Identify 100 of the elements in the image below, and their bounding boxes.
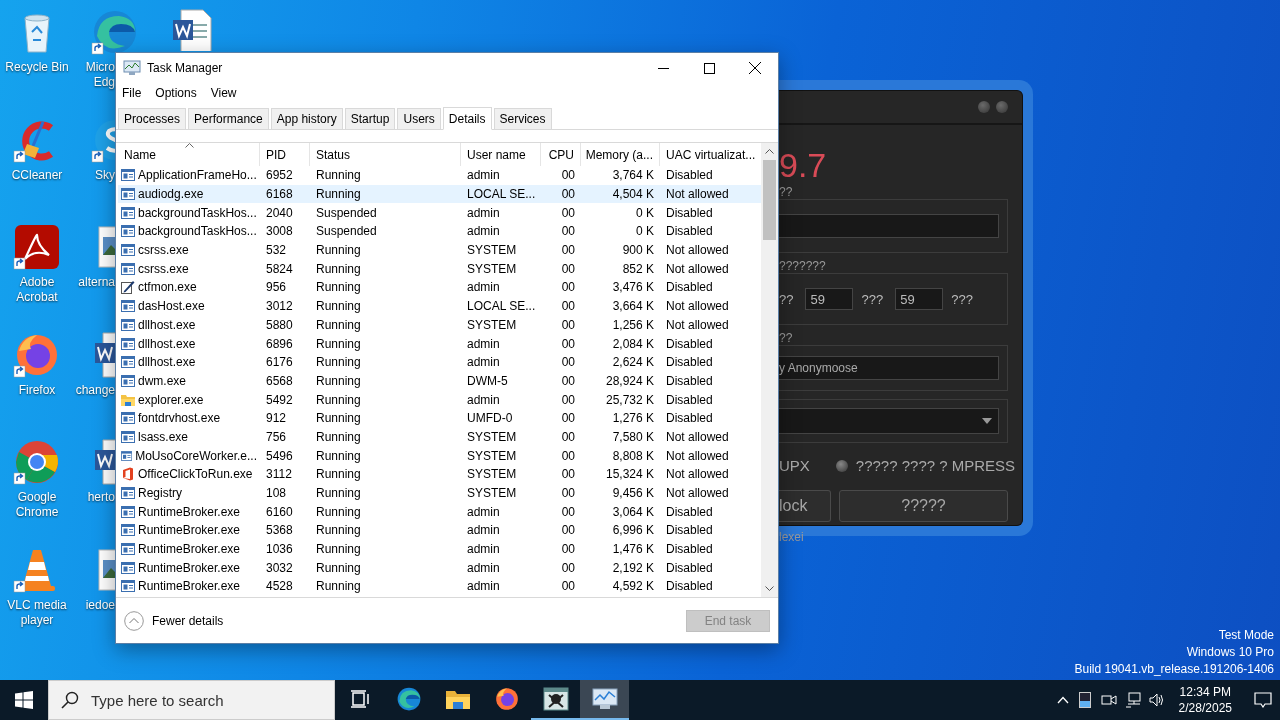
window-icon <box>121 430 135 443</box>
column-header[interactable]: PID <box>260 143 310 166</box>
process-row[interactable]: RuntimeBroker.exe 4528 Running admin 00 4,592 K Disabled <box>118 577 761 596</box>
number-field[interactable]: 59 <box>805 288 854 310</box>
scrollbar[interactable] <box>761 143 778 597</box>
action-button[interactable]: lock <box>779 490 831 522</box>
monitor-chart-icon <box>123 60 141 76</box>
radio-button[interactable] <box>835 459 848 472</box>
process-row[interactable]: dwm.exe 6568 Running DWM-5 00 28,924 K Disabled <box>118 371 761 391</box>
table-cell-text: Running <box>315 485 362 503</box>
process-row[interactable]: ApplicationFrameHo... 6952 Running admin 00 3,764 K Disabled <box>118 166 761 185</box>
table-cell-text: 3,664 K <box>611 298 655 316</box>
process-row[interactable]: backgroundTaskHos... 3008 Suspended admin 00 0 K Disabled <box>118 222 761 241</box>
table-cell-text: 1036 <box>265 541 294 559</box>
window-button[interactable] <box>978 101 990 113</box>
process-row[interactable]: csrss.exe 5824 Running SYSTEM 00 852 K Not allowed <box>118 259 761 279</box>
window-icon <box>121 524 135 537</box>
tab[interactable]: Performance <box>188 108 269 129</box>
process-row[interactable]: lsass.exe 756 Running SYSTEM 00 7,580 K Not allowed <box>118 427 761 447</box>
action-button[interactable]: ????? <box>839 490 1008 522</box>
process-row[interactable]: ctfmon.exe 956 Running admin 00 3,476 K Disabled <box>118 278 761 297</box>
column-header[interactable]: CPU <box>541 143 581 166</box>
process-row[interactable]: dllhost.exe 6896 Running admin 00 2,084 K Disabled <box>118 334 761 353</box>
process-row[interactable]: fontdrvhost.exe 912 Running UMFD-0 00 1,276 K Disabled <box>118 408 761 428</box>
table-cell-text: 00 <box>560 316 576 334</box>
meter-icon[interactable] <box>1076 692 1093 708</box>
unit-label: ?? <box>779 291 794 307</box>
table-cell-text: Running <box>315 167 362 185</box>
tab[interactable]: Details <box>442 107 492 130</box>
table-cell-text: Running <box>315 298 362 316</box>
table-cell-text: admin <box>466 522 501 540</box>
tab[interactable]: App history <box>270 108 343 129</box>
table-cell-text: Running <box>315 541 362 559</box>
column-header[interactable]: Status <box>310 143 461 166</box>
table-cell-text: 6176 <box>265 354 294 372</box>
fewer-details-link[interactable]: Fewer details <box>152 613 678 628</box>
notification-icon[interactable] <box>1254 692 1272 708</box>
process-row[interactable]: audiodg.exe 6168 Running LOCAL SE... 00 4,504 K Not allowed <box>118 184 761 204</box>
menu-item[interactable]: File <box>122 86 142 100</box>
text-field[interactable] <box>779 214 999 238</box>
process-row[interactable]: dllhost.exe 6176 Running admin 00 2,624 K Disabled <box>118 352 761 372</box>
process-row[interactable]: Registry 108 Running SYSTEM 00 9,456 K Not allowed <box>118 483 761 503</box>
camera-icon[interactable] <box>1100 692 1117 708</box>
process-row[interactable]: MoUsoCoreWorker.e... 5496 Running SYSTEM 00 8,808 K Not allowed <box>118 446 761 465</box>
speaker-icon[interactable] <box>1148 692 1165 708</box>
table-cell-text: Running <box>315 578 362 596</box>
window-button[interactable] <box>996 101 1008 113</box>
table-cell-text: Running <box>315 279 362 297</box>
menu-item[interactable]: View <box>210 86 237 100</box>
column-header[interactable]: Name <box>118 143 260 166</box>
network-icon[interactable] <box>1124 692 1141 708</box>
scroll-up-icon[interactable] <box>765 149 774 154</box>
process-row[interactable]: backgroundTaskHos... 2040 Suspended admin 00 0 K Disabled <box>118 203 761 223</box>
office-logo-icon <box>121 467 135 482</box>
table-cell-text: SYSTEM <box>466 466 518 484</box>
process-row[interactable]: dllhost.exe 5880 Running SYSTEM 00 1,256 K Not allowed <box>118 315 761 335</box>
process-name: csrss.exe <box>138 243 189 258</box>
column-header[interactable]: Memory (a... <box>581 143 660 166</box>
taskbar-app-button[interactable] <box>580 680 629 720</box>
process-name: fontdrvhost.exe <box>138 411 221 426</box>
process-row[interactable]: RuntimeBroker.exe 6160 Running admin 00 3,064 K Disabled <box>118 502 761 522</box>
table-cell-text: Disabled <box>665 559 714 577</box>
window-icon <box>121 225 135 238</box>
table-cell-text: Not allowed <box>665 466 730 484</box>
tab[interactable]: Users <box>397 108 441 129</box>
tab[interactable]: Processes <box>118 108 187 129</box>
tab[interactable]: Services <box>493 108 552 129</box>
table-cell-text: Disabled <box>665 391 714 409</box>
scroll-thumb[interactable] <box>763 160 776 240</box>
table-cell-text: Running <box>315 428 362 446</box>
tab[interactable]: Startup <box>344 108 396 129</box>
window-icon <box>121 206 135 219</box>
number-field[interactable]: 59 <box>895 288 944 310</box>
table-cell-text: 912 <box>265 410 288 428</box>
process-row[interactable]: OfficeClickToRun.exe 3112 Running SYSTEM 00 15,324 K Not allowed <box>118 465 761 484</box>
column-header[interactable]: User name <box>461 143 541 166</box>
menu-item[interactable]: Options <box>155 86 197 100</box>
process-name: csrss.exe <box>138 261 189 276</box>
text-field[interactable]: y Anonymoose <box>779 356 999 380</box>
table-cell-text: Not allowed <box>665 242 730 260</box>
search-field[interactable]: Type here to search <box>48 680 335 720</box>
window-icon <box>121 561 135 574</box>
process-row[interactable]: RuntimeBroker.exe 3032 Running admin 00 2,192 K Disabled <box>118 558 761 578</box>
table-cell-text: 956 <box>265 279 288 297</box>
table-cell-text: 3012 <box>265 298 294 316</box>
process-row[interactable]: RuntimeBroker.exe 1036 Running admin 00 1,476 K Disabled <box>118 539 761 559</box>
table-cell-text: 6,996 K <box>611 522 655 540</box>
process-row[interactable]: csrss.exe 532 Running SYSTEM 00 900 K Not allowed <box>118 240 761 260</box>
caret-icon <box>982 418 992 424</box>
process-row[interactable]: explorer.exe 5492 Running admin 00 25,732 K Disabled <box>118 390 761 409</box>
table-cell-text: Disabled <box>665 279 714 297</box>
table-cell-text: admin <box>466 204 501 222</box>
table-cell-text: 0 K <box>635 223 655 241</box>
table-cell-text: 3008 <box>265 223 294 241</box>
process-row[interactable]: dasHost.exe 3012 Running LOCAL SE... 00 3,664 K Not allowed <box>118 296 761 316</box>
process-row[interactable]: RuntimeBroker.exe 5368 Running admin 00 6,996 K Disabled <box>118 521 761 540</box>
windows-logo-icon <box>15 691 33 709</box>
clock[interactable]: 12:34 PM 2/28/2025 <box>1178 684 1232 716</box>
table-cell-text: 00 <box>560 410 576 428</box>
scroll-down-icon[interactable] <box>765 586 774 591</box>
